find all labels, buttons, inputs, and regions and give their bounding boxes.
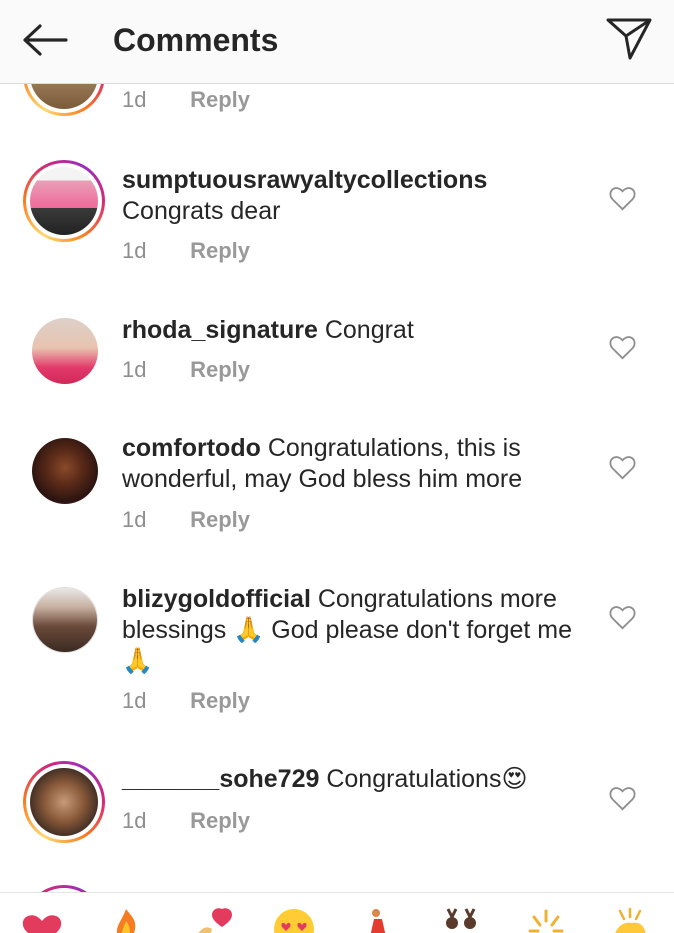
avatar[interactable] [23,160,105,242]
comment-meta: 1d Reply [122,686,250,716]
dancer-emoji-icon[interactable] [356,907,400,933]
comment-time: 1d [122,357,147,382]
like-heart-icon[interactable] [609,186,636,211]
comment-time: 1d [122,808,147,833]
clap-emoji-icon[interactable] [608,907,652,933]
comment-text: Congratulations😍 [326,765,528,793]
comment-meta: 1d Reply [122,505,250,535]
header-bar: Comments [0,0,674,84]
comment-meta: 1d Reply [122,355,250,385]
reply-button[interactable]: Reply [190,688,250,713]
like-heart-icon[interactable] [609,605,636,630]
sparkle-emoji-icon[interactable] [524,907,568,933]
comment-meta: 1d Reply [122,806,250,836]
comment-text: Congrat [324,316,414,344]
comment-time: 1d [122,688,147,713]
avatar[interactable] [32,438,98,504]
comment-username[interactable]: rhoda_signature [122,316,318,344]
avatar[interactable] [32,587,98,653]
comment-body: sumptuousrawyaltycollections Congrats de… [122,165,592,227]
comment-username[interactable]: blizygoldofficial [122,585,311,613]
comment-time: 1d [122,87,147,112]
reply-button[interactable]: Reply [190,507,250,532]
direct-send-icon[interactable] [604,16,654,62]
comment-body: blizygoldofficial Congratulations more b… [122,584,592,677]
heart-emoji-icon[interactable] [20,907,64,933]
comment-time: 1d [122,238,147,263]
back-arrow-icon[interactable] [20,20,70,60]
reply-button[interactable]: Reply [190,87,250,112]
comment-body: rhoda_signature Congrat [122,315,592,346]
comment-username[interactable]: comfortodo [122,434,261,462]
comment-meta: 1d Reply [122,236,250,266]
like-heart-icon[interactable] [609,455,636,480]
reply-button[interactable]: Reply [190,808,250,833]
reply-button[interactable]: Reply [190,238,250,263]
bunny-dancers-emoji-icon[interactable] [440,907,484,933]
emoji-quick-bar [0,892,674,933]
comments-list[interactable]: 1d Reply sumptuousrawyaltycollections Co… [0,0,674,892]
heart-eyes-emoji-icon[interactable] [272,907,316,933]
page-title: Comments [113,22,279,58]
comment-body: _______sohe729 Congratulations😍 [122,764,592,795]
comment-username[interactable]: _______sohe729 [122,765,319,793]
like-heart-icon[interactable] [609,335,636,360]
avatar[interactable] [23,885,105,892]
comment-body: comfortodo Congratulations, this is wond… [122,433,592,495]
comment-username[interactable]: sumptuousrawyaltycollections [122,166,487,194]
heart-hands-emoji-icon[interactable] [192,907,236,933]
avatar[interactable] [23,761,105,843]
avatar[interactable] [32,318,98,384]
reply-button[interactable]: Reply [190,357,250,382]
like-heart-icon[interactable] [609,786,636,811]
comment-meta: 1d Reply [122,85,250,115]
comment-time: 1d [122,507,147,532]
fire-emoji-icon[interactable] [104,907,148,933]
comment-text: Congrats dear [122,197,281,225]
